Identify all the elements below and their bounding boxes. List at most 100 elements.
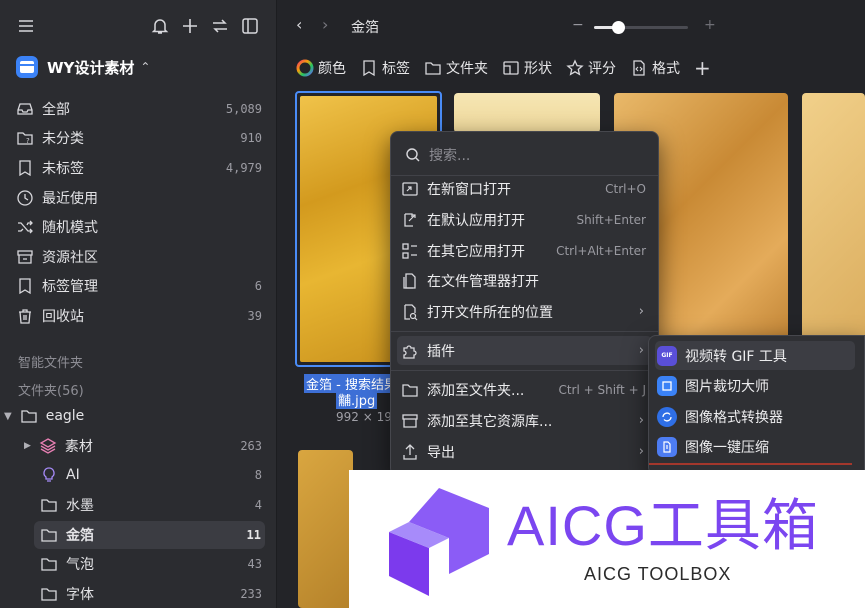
menu-item-export[interactable]: 导出 › [397,437,652,466]
folder-count: 8 [254,468,262,482]
filter-label: 评分 [588,61,616,77]
thumbnail[interactable] [454,93,600,133]
plugin-submenu: GIF 视频转 GIF 工具 图片裁切大师 图像格式转换器 图像一键压缩 [648,335,865,475]
panel-toggle-icon[interactable] [240,16,260,36]
add-filter-icon[interactable]: + [694,58,711,78]
svg-text:?: ? [26,137,30,145]
forward-icon[interactable]: › [322,15,328,34]
folder-ink[interactable]: 水墨 4 [0,491,266,519]
folder-count: 233 [240,587,262,601]
menu-shortcut: Ctrl + Shift + J [558,382,646,397]
lightbulb-icon [43,467,55,482]
smart-folders-heading[interactable]: 智能文件夹 [18,352,83,371]
convert-icon [657,406,677,427]
nav-label: 回收站 [42,309,84,325]
library-switcher[interactable]: WY设计素材 ⌃ [16,54,150,80]
menu-item-add-to-folder[interactable]: 添加至文件夹... Ctrl + Shift + J [397,375,652,404]
chevron-right-icon: › [638,304,644,319]
folder-label: 素材 [64,439,93,455]
breadcrumb[interactable]: 金箔 [351,17,379,37]
nav-item-untagged[interactable]: 未标签 4,979 [16,154,262,182]
watermark-subtitle: AICG TOOLBOX [584,564,732,584]
zoom-slider[interactable]: − + [572,17,722,37]
menu-item-open-other-app[interactable]: 在其它应用打开 Ctrl+Alt+Enter [397,236,652,265]
thumbnail[interactable] [298,450,353,608]
folder-fonts[interactable]: 字体 233 [0,580,266,608]
folders-heading[interactable]: 文件夹(56) [18,380,84,399]
back-icon[interactable]: ‹ [296,15,302,34]
filter-rating[interactable]: 评分 [566,58,616,78]
nav-item-uncategorized[interactable]: ? 未分类 910 [16,124,262,152]
folder-bubbles[interactable]: 气泡 43 [0,550,266,578]
folder-count: 43 [247,557,262,571]
folder-question-icon: ? [17,132,33,145]
nav-item-random[interactable]: 随机模式 [16,213,262,241]
zoom-in-icon[interactable]: + [704,17,716,33]
caret-down-icon[interactable]: ▼ [4,411,12,422]
search-icon [406,148,420,162]
thumbnail[interactable] [802,93,865,371]
menu-item-add-to-library[interactable]: 添加至其它资源库... › [397,406,652,435]
store-icon [17,250,33,264]
chevron-right-icon: › [638,413,644,428]
filter-tags[interactable]: 标签 [360,58,410,78]
menu-icon[interactable] [16,16,36,36]
plugin-video-to-gif[interactable]: GIF 视频转 GIF 工具 [655,341,855,370]
clock-icon [17,190,33,206]
menu-shortcut: Ctrl+O [605,181,646,196]
menu-item-plugins[interactable]: 插件 › [397,336,652,365]
sidebar-toolbar [16,14,260,38]
chevron-right-icon: › [638,343,644,358]
nav-count: 910 [240,131,262,145]
zoom-handle[interactable] [612,21,626,34]
context-search-input[interactable]: 搜索... [399,140,650,170]
nav-count: 6 [254,279,262,293]
filter-label: 标签 [382,61,410,77]
nav-label: 最近使用 [42,191,98,207]
plugin-image-crop[interactable]: 图片裁切大师 [655,371,855,400]
folder-materials[interactable]: ▶ 素材 263 [0,432,266,460]
folder-icon [41,588,57,601]
nav-item-trash[interactable]: 回收站 39 [16,302,262,330]
layers-icon [39,438,57,454]
nav-label: 全部 [42,102,70,118]
filter-shape[interactable]: 形状 [502,58,552,78]
folder-label: eagle [45,408,85,424]
top-bar: ‹ › 金箔 − + [278,0,865,52]
menu-item-show-in-folder[interactable]: 打开文件所在的位置 › [397,297,652,326]
folder-ai[interactable]: AI 8 [0,461,266,489]
file-search-icon [404,303,418,320]
folder-icon [425,62,441,75]
folder-eagle[interactable]: ▼ eagle [0,402,266,430]
zoom-out-icon[interactable]: − [572,17,584,33]
add-icon[interactable] [180,16,200,36]
menu-item-open-new-window[interactable]: 在新窗口打开 Ctrl+O [397,174,652,203]
plugin-format-converter[interactable]: 图像格式转换器 [655,402,855,431]
bell-icon[interactable] [150,16,170,36]
export-icon [403,443,417,460]
caret-right-icon[interactable]: ▶ [24,441,31,451]
zoom-track[interactable] [594,21,688,34]
shape-icon [503,61,519,75]
folder-gold-foil[interactable]: 金箔 11 [34,521,265,549]
nav-label: 标签管理 [42,279,98,295]
filter-format[interactable]: 格式 [630,58,680,78]
filter-label: 形状 [524,61,552,77]
menu-label: 插件 [427,343,455,360]
filter-bar: 颜色 标签 文件夹 形状 评分 格式 + [278,52,865,84]
plugin-image-compress[interactable]: 图像一键压缩 [655,432,855,461]
sync-icon[interactable] [210,16,230,36]
filter-folders[interactable]: 文件夹 [424,58,488,78]
nav-item-tag-manager[interactable]: 标签管理 6 [16,272,262,300]
nav-count: 5,089 [225,102,262,116]
folder-label: AI [66,467,80,483]
plugin-label: 图像格式转换器 [685,409,783,426]
menu-item-open-file-manager[interactable]: 在文件管理器打开 [397,266,652,295]
menu-item-open-default-app[interactable]: 在默认应用打开 Shift+Enter [397,205,652,234]
folder-count: 11 [246,528,261,542]
filter-color[interactable]: 颜色 [296,58,346,78]
nav-item-recent[interactable]: 最近使用 [16,184,262,212]
nav-item-all[interactable]: 全部 5,089 [16,95,262,123]
menu-shortcut: Shift+Enter [576,212,646,227]
nav-item-community[interactable]: 资源社区 [16,243,262,271]
